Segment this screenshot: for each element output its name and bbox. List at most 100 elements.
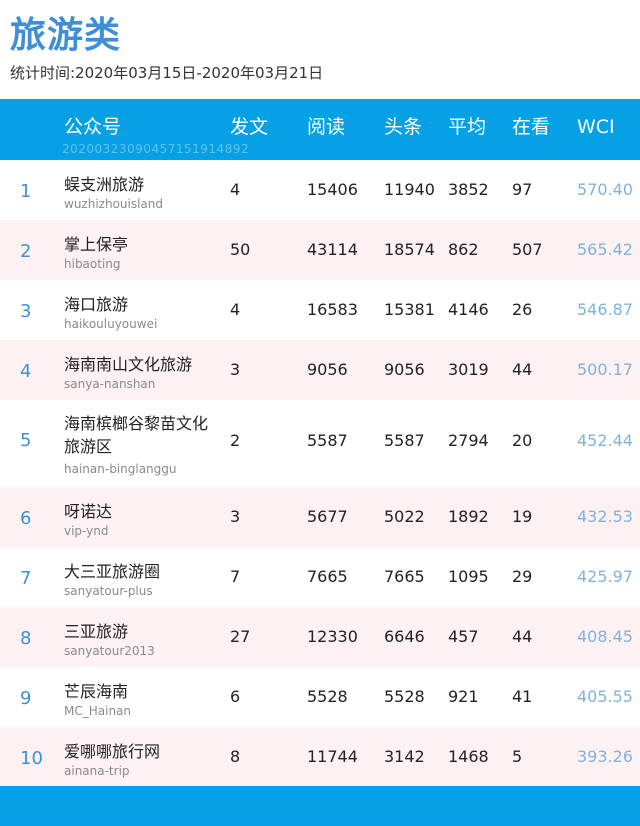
- watermark-id: 20200323090457151914892: [62, 142, 250, 156]
- average-reads: 457: [448, 627, 479, 646]
- ranking-table: 1 蜈支洲旅游 wuzhizhouisland 4 15406 11940 3852 97 57…: [0, 160, 640, 787]
- posts-count: 8: [230, 747, 241, 766]
- rank-number: 1: [20, 181, 32, 202]
- wci-score: 546.87: [577, 300, 633, 319]
- headline-reads: 5022: [384, 507, 425, 526]
- rank-number: 9: [20, 688, 32, 709]
- read-count: 7665: [307, 567, 348, 586]
- headline-reads: 9056: [384, 360, 425, 379]
- account-name: 掌上保亭: [64, 235, 129, 254]
- rank-number: 2: [20, 241, 32, 262]
- account-id: sanya-nanshan: [64, 377, 156, 391]
- account-name: 蜈支洲旅游: [64, 175, 145, 194]
- average-reads: 862: [448, 240, 479, 259]
- account-id: hainan-binglanggu: [64, 462, 177, 476]
- table-row: 1 蜈支洲旅游 wuzhizhouisland 4 15406 11940 3852 97 57…: [0, 160, 640, 220]
- likes-count: 26: [512, 300, 533, 319]
- account-name: 爱哪哪旅行网: [64, 742, 161, 761]
- account-name: 海南槟榔谷黎苗文化旅游区: [64, 414, 209, 456]
- read-count: 5677: [307, 507, 348, 526]
- headline-reads: 15381: [384, 300, 435, 319]
- headline-reads: 11940: [384, 180, 435, 199]
- wci-score: 452.44: [577, 431, 633, 450]
- table-row: 7 大三亚旅游圈 sanyatour-plus 7 7665 7665 1095 29 425.…: [0, 547, 640, 607]
- header-reads: 阅读: [307, 116, 346, 138]
- read-count: 12330: [307, 627, 358, 646]
- header-wci: WCI: [577, 116, 615, 138]
- account-name: 呀诺达: [64, 502, 113, 521]
- wci-score: 432.53: [577, 507, 633, 526]
- read-count: 5587: [307, 431, 348, 450]
- posts-count: 2: [230, 431, 241, 450]
- account-id: vip-ynd: [64, 524, 109, 538]
- posts-count: 27: [230, 627, 251, 646]
- account-id: haikouluyouwei: [64, 317, 158, 331]
- account-id: ainana-trip: [64, 764, 130, 778]
- posts-count: 50: [230, 240, 251, 259]
- wci-score: 500.17: [577, 360, 633, 379]
- headline-reads: 5528: [384, 687, 425, 706]
- read-count: 11744: [307, 747, 358, 766]
- rank-number: 5: [20, 430, 32, 451]
- likes-count: 41: [512, 687, 533, 706]
- table-row: 4 海南南山文化旅游 sanya-nanshan 3 9056 9056 3019 44 500…: [0, 340, 640, 400]
- likes-count: 29: [512, 567, 533, 586]
- rank-number: 3: [20, 301, 32, 322]
- headline-reads: 5587: [384, 431, 425, 450]
- average-reads: 1468: [448, 747, 489, 766]
- average-reads: 1892: [448, 507, 489, 526]
- wci-score: 393.26: [577, 747, 633, 766]
- read-count: 15406: [307, 180, 358, 199]
- average-reads: 1095: [448, 567, 489, 586]
- table-row: 10 爱哪哪旅行网 ainana-trip 8 11744 3142 1468 5 393.26: [0, 727, 640, 787]
- header-likes: 在看: [512, 116, 551, 138]
- average-reads: 4146: [448, 300, 489, 319]
- posts-count: 6: [230, 687, 241, 706]
- wci-score: 405.55: [577, 687, 633, 706]
- posts-count: 4: [230, 180, 241, 199]
- account-id: hibaoting: [64, 257, 121, 271]
- rank-number: 7: [20, 568, 32, 589]
- account-id: sanyatour2013: [64, 644, 155, 658]
- headline-reads: 7665: [384, 567, 425, 586]
- headline-reads: 18574: [384, 240, 435, 259]
- header-headline: 头条: [384, 116, 423, 138]
- read-count: 9056: [307, 360, 348, 379]
- headline-reads: 6646: [384, 627, 425, 646]
- table-row: 3 海口旅游 haikouluyouwei 4 16583 15381 4146 26 546.…: [0, 280, 640, 340]
- account-name: 三亚旅游: [64, 622, 129, 641]
- rank-number: 10: [20, 748, 43, 769]
- footer-bar: [0, 786, 640, 826]
- table-header: 公众号 发文 阅读 头条 平均 在看 WCI 20200323090457151…: [0, 99, 640, 160]
- page-title: 旅游类: [10, 15, 122, 56]
- read-count: 43114: [307, 240, 358, 259]
- table-row: 2 掌上保亭 hibaoting 50 43114 18574 862 507 565.42: [0, 220, 640, 280]
- account-id: MC_Hainan: [64, 704, 132, 718]
- average-reads: 3019: [448, 360, 489, 379]
- account-name: 大三亚旅游圈: [64, 562, 161, 581]
- account-name: 海南南山文化旅游: [64, 355, 193, 374]
- table-row: 8 三亚旅游 sanyatour2013 27 12330 6646 457 44 408.45: [0, 607, 640, 667]
- posts-count: 7: [230, 567, 241, 586]
- average-reads: 2794: [448, 431, 489, 450]
- rank-number: 6: [20, 508, 32, 529]
- read-count: 16583: [307, 300, 358, 319]
- rank-number: 8: [20, 628, 32, 649]
- posts-count: 3: [230, 507, 241, 526]
- wci-score: 570.40: [577, 180, 633, 199]
- header-average: 平均: [448, 116, 487, 138]
- likes-count: 507: [512, 240, 543, 259]
- likes-count: 97: [512, 180, 533, 199]
- account-name: 芒辰海南: [64, 682, 129, 701]
- read-count: 5528: [307, 687, 348, 706]
- likes-count: 19: [512, 507, 533, 526]
- account-id: wuzhizhouisland: [64, 197, 164, 211]
- likes-count: 5: [512, 747, 523, 766]
- likes-count: 20: [512, 431, 533, 450]
- posts-count: 4: [230, 300, 241, 319]
- posts-count: 3: [230, 360, 241, 379]
- account-id: sanyatour-plus: [64, 584, 153, 598]
- average-reads: 3852: [448, 180, 489, 199]
- likes-count: 44: [512, 360, 533, 379]
- wci-score: 565.42: [577, 240, 633, 259]
